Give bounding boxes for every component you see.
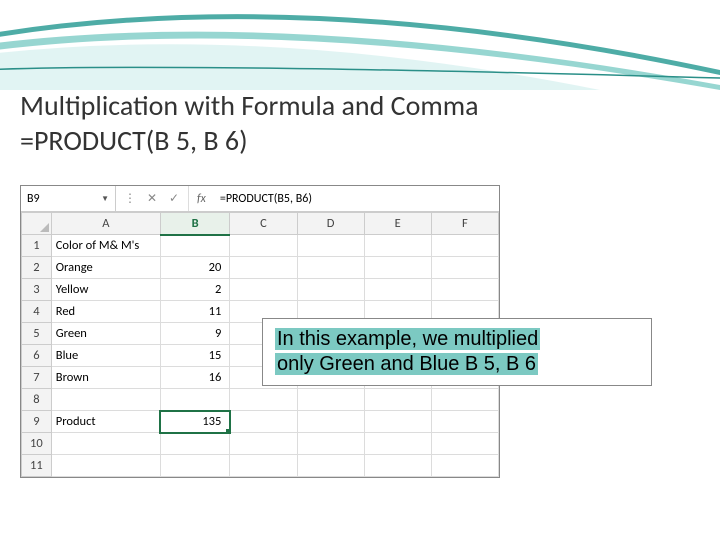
cell[interactable]: 2 [160, 279, 229, 301]
cell[interactable] [431, 389, 498, 411]
cell[interactable] [230, 455, 297, 477]
cell[interactable] [230, 433, 297, 455]
cell[interactable] [160, 455, 229, 477]
active-cell[interactable]: 135 [160, 411, 229, 433]
cell[interactable] [431, 455, 498, 477]
cell[interactable]: 15 [160, 345, 229, 367]
cell[interactable]: Green [51, 323, 160, 345]
row-header[interactable]: 1 [22, 235, 52, 257]
formula-bar-buttons: ⋮ ✕ ✓ [116, 186, 189, 211]
callout-line1: In this example, we multiplied [275, 328, 540, 350]
row-header[interactable]: 5 [22, 323, 52, 345]
cell[interactable] [364, 257, 431, 279]
cell[interactable]: 11 [160, 301, 229, 323]
row-header[interactable]: 3 [22, 279, 52, 301]
select-all-corner[interactable] [22, 213, 52, 235]
formula-input[interactable]: =PRODUCT(B5, B6) [214, 192, 499, 206]
cell[interactable]: Product [51, 411, 160, 433]
cell[interactable] [297, 389, 364, 411]
col-header-d[interactable]: D [297, 213, 364, 235]
cell[interactable] [431, 235, 498, 257]
cell[interactable] [230, 235, 297, 257]
enter-check-icon[interactable]: ✓ [168, 191, 180, 206]
cell[interactable] [364, 455, 431, 477]
cell[interactable] [364, 433, 431, 455]
cell[interactable]: Orange [51, 257, 160, 279]
col-header-e[interactable]: E [364, 213, 431, 235]
row-header[interactable]: 11 [22, 455, 52, 477]
slide-title: Multiplication with Formula and Comma =P… [20, 88, 479, 158]
col-header-b[interactable]: B [160, 213, 229, 235]
cell[interactable] [297, 279, 364, 301]
cell[interactable]: Red [51, 301, 160, 323]
cell[interactable] [364, 411, 431, 433]
col-header-c[interactable]: C [230, 213, 297, 235]
cell[interactable] [364, 235, 431, 257]
cell[interactable] [160, 389, 229, 411]
cell[interactable]: 16 [160, 367, 229, 389]
cell[interactable] [160, 433, 229, 455]
cell[interactable] [297, 257, 364, 279]
row-header[interactable]: 6 [22, 345, 52, 367]
cell[interactable] [364, 279, 431, 301]
chevron-down-icon: ▼ [101, 194, 109, 204]
cell[interactable]: Blue [51, 345, 160, 367]
row-header[interactable]: 9 [22, 411, 52, 433]
cell[interactable] [230, 257, 297, 279]
title-line1: Multiplication with Formula and Comma [20, 88, 479, 123]
cell[interactable] [431, 257, 498, 279]
cell[interactable] [297, 235, 364, 257]
cell[interactable] [431, 433, 498, 455]
cancel-x-icon[interactable]: ✕ [146, 191, 158, 206]
formula-bar: B9 ▼ ⋮ ✕ ✓ fx =PRODUCT(B5, B6) [21, 186, 499, 212]
cell[interactable] [297, 433, 364, 455]
row-header[interactable]: 4 [22, 301, 52, 323]
callout-box: In this example, we multiplied only Gree… [262, 318, 652, 386]
cell[interactable] [230, 279, 297, 301]
cell[interactable] [297, 455, 364, 477]
col-header-a[interactable]: A [51, 213, 160, 235]
cell[interactable] [431, 279, 498, 301]
vdots-icon[interactable]: ⋮ [124, 191, 136, 206]
name-box-value: B9 [27, 192, 40, 206]
cell[interactable] [431, 411, 498, 433]
cell[interactable]: Yellow [51, 279, 160, 301]
cell[interactable]: Color of M& M's [51, 235, 160, 257]
cell[interactable]: 9 [160, 323, 229, 345]
cell[interactable] [230, 411, 297, 433]
callout-line2: only Green and Blue B 5, B 6 [275, 353, 538, 375]
cell[interactable] [364, 389, 431, 411]
cell[interactable] [51, 433, 160, 455]
cell[interactable]: Brown [51, 367, 160, 389]
row-header[interactable]: 2 [22, 257, 52, 279]
name-box[interactable]: B9 ▼ [21, 186, 116, 211]
fx-icon[interactable]: fx [189, 192, 214, 206]
cell[interactable] [51, 455, 160, 477]
cell[interactable] [160, 235, 229, 257]
row-header[interactable]: 8 [22, 389, 52, 411]
cell[interactable] [51, 389, 160, 411]
title-line2: =PRODUCT(B 5, B 6) [20, 123, 479, 158]
cell[interactable] [230, 389, 297, 411]
cell[interactable] [297, 411, 364, 433]
cell[interactable]: 20 [160, 257, 229, 279]
swoosh-decoration [0, 0, 720, 90]
row-header[interactable]: 7 [22, 367, 52, 389]
row-header[interactable]: 10 [22, 433, 52, 455]
col-header-f[interactable]: F [431, 213, 498, 235]
